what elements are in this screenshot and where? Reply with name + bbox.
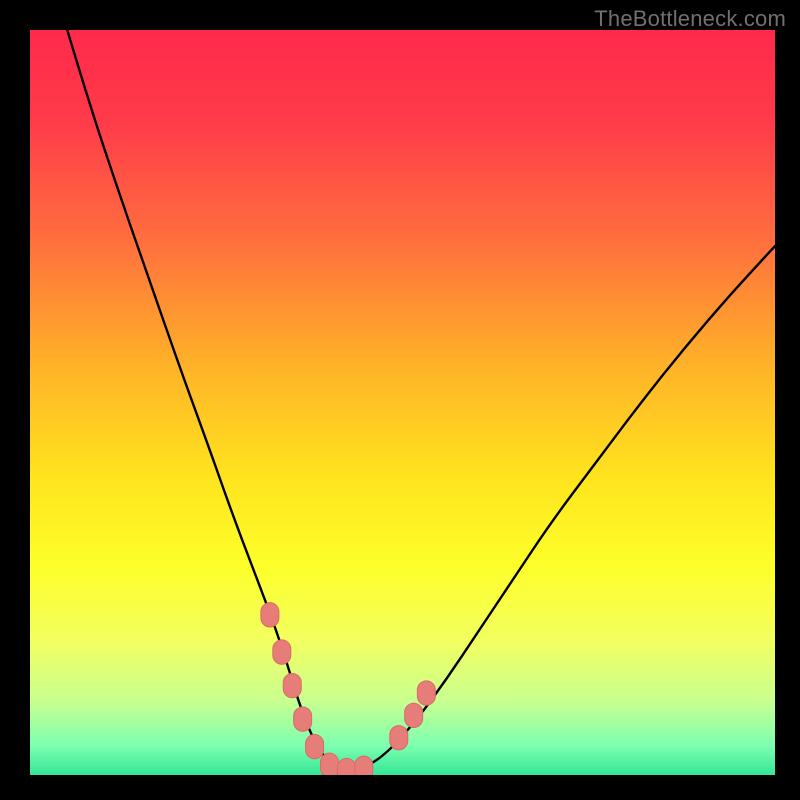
curve-marker bbox=[261, 603, 279, 627]
curve-markers bbox=[261, 603, 435, 775]
curve-marker bbox=[273, 640, 291, 664]
curve-marker bbox=[405, 703, 423, 727]
curve-layer bbox=[30, 30, 775, 775]
curve-marker bbox=[417, 681, 435, 705]
curve-marker bbox=[294, 707, 312, 731]
curve-marker bbox=[306, 735, 324, 759]
curve-marker bbox=[320, 753, 338, 775]
curve-marker bbox=[355, 756, 373, 775]
curve-marker bbox=[283, 673, 301, 697]
curve-marker bbox=[390, 726, 408, 750]
chart-stage: TheBottleneck.com bbox=[0, 0, 800, 800]
watermark-text: TheBottleneck.com bbox=[594, 6, 786, 32]
plot-area bbox=[30, 30, 775, 775]
bottleneck-curve bbox=[67, 30, 775, 770]
curve-marker bbox=[338, 758, 356, 775]
